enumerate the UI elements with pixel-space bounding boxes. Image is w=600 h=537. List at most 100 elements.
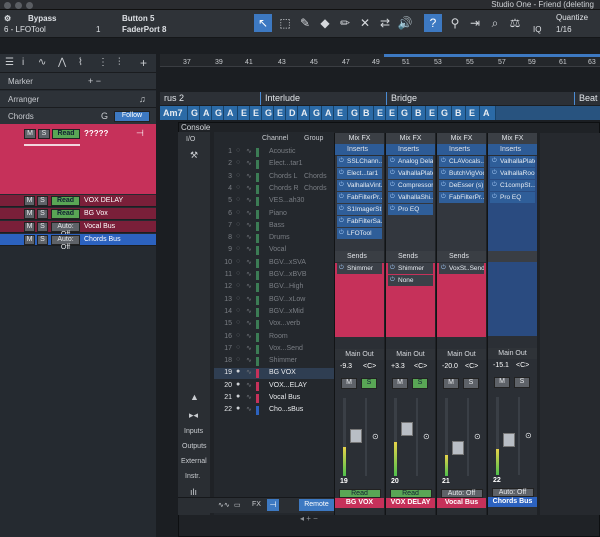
volume-slider[interactable] [24,144,80,146]
chord-event[interactable]: A [224,106,238,120]
automation-mode[interactable]: Auto: Off [51,235,80,251]
automation-mode[interactable]: Read [51,209,80,219]
inserts-header[interactable]: Inserts [386,144,435,155]
insert-slot[interactable]: Elect...tar1 [337,168,382,179]
automation-mode[interactable]: Auto: Off [51,222,80,238]
volume-fader[interactable] [452,440,464,455]
mix-fx-label[interactable]: Mix FX [488,133,537,144]
automation-mode[interactable]: Auto: Off [491,488,534,497]
channel-name-bar[interactable]: VOX DELAY [386,498,435,508]
visibility-icon[interactable]: ○ [236,270,240,277]
visibility-icon[interactable]: ○ [236,233,240,240]
volume-readout[interactable]: +3.3 [391,363,405,370]
track-row[interactable]: M S Auto: Off Chords Bus [0,234,156,251]
visibility-icon[interactable]: ○ [236,319,240,326]
record-icon[interactable]: ⊙ [423,432,430,441]
channel-list-item[interactable]: 2 ○ ∿ Elect...tar1 [214,159,334,170]
chord-event[interactable]: E [238,106,250,120]
inserts-header[interactable]: Inserts [437,144,486,155]
marker-row[interactable]: Marker + − [0,73,156,90]
link-icon[interactable]: ∿ [246,295,252,303]
link-icon[interactable]: ∿ [246,393,252,401]
output-label[interactable]: Main Out [437,349,486,360]
insert-slot[interactable]: Analog Delay [388,156,433,167]
minimize-window-icon[interactable] [15,2,22,9]
mute-button[interactable]: M [24,222,35,232]
insert-slot[interactable]: ValhallaVint... [337,180,382,191]
zoom-window-icon[interactable] [26,2,33,9]
chord-event[interactable]: G [262,106,274,120]
insert-slot[interactable]: ButchVigVoc... [439,168,484,179]
automation-mode[interactable]: Read [52,129,80,139]
visibility-icon[interactable]: ● [236,405,240,412]
solo-button[interactable]: S [37,222,48,232]
visibility-icon[interactable]: ○ [236,258,240,265]
chord-event[interactable]: G [212,106,224,120]
link-icon[interactable]: ∿ [246,344,252,352]
volume-readout[interactable]: -9.3 [340,363,352,370]
close-window-icon[interactable] [4,2,11,9]
send-slot[interactable]: Shimmer [337,263,382,274]
pan-readout[interactable]: <C> [465,363,478,370]
visibility-icon[interactable]: ○ [236,184,240,191]
button-sub[interactable]: FaderPort 8 [122,25,166,34]
mute-button[interactable]: M [24,235,35,245]
chord-event[interactable]: G [310,106,322,120]
volume-fader[interactable] [350,428,362,443]
automation-mode[interactable]: Read [338,489,381,498]
link-icon[interactable]: ∿ [246,282,252,290]
link-icon[interactable]: ∿ [246,172,252,180]
channel-list-item[interactable]: 3 ○ ∿ Chords L Chords [214,172,334,183]
inserts-header[interactable]: Inserts [488,144,537,155]
insert-slot[interactable]: Pro EQ [388,204,433,215]
insert-label[interactable]: Bypass [28,14,56,23]
channel-list-item[interactable]: 1 ○ ∿ Acoustic [214,147,334,158]
channel-name-bar[interactable]: BG VOX [335,498,384,508]
mute-button[interactable]: M [24,209,35,219]
record-icon[interactable]: ⊙ [525,431,532,440]
visibility-icon[interactable]: ○ [236,356,240,363]
group-column-header[interactable]: Group [304,135,323,142]
insert-slot[interactable]: DeEsser (s) [439,180,484,191]
insert-slot[interactable]: CLAVocals... [439,156,484,167]
output-label[interactable]: Main Out [335,349,384,360]
track-row[interactable]: M S Read BG Vox [0,208,156,220]
sends-header[interactable]: Sends [437,251,486,262]
record-icon[interactable]: ⊙ [372,432,379,441]
fx-button[interactable]: FX [252,501,261,508]
chord-event[interactable]: E [274,106,286,120]
channel-column-header[interactable]: Channel [262,135,288,142]
output-label[interactable]: Main Out [488,348,537,359]
channel-list-item[interactable]: 5 ○ ∿ VES...ah30 [214,196,334,207]
arrow-tool-icon[interactable]: ↖ [254,14,272,32]
visibility-icon[interactable]: ● [236,393,240,400]
range-tool-icon[interactable]: ⬚ [276,14,294,32]
insert-slot[interactable]: LFOTool [337,228,382,239]
channel-list-item[interactable]: 14 ○ ∿ BGV...xMid [214,307,334,318]
channel-list-item[interactable]: 11 ○ ∿ BGV...xBVB [214,270,334,281]
insert-slot[interactable]: Pro EQ [490,192,535,203]
solo-button[interactable]: S [463,378,479,389]
link-icon[interactable]: ∿ [246,147,252,155]
inputs-button[interactable]: Inputs [184,428,203,435]
channel-list-item[interactable]: 22 ● ∿ Cho...sBus [214,405,334,416]
visibility-icon[interactable]: ○ [236,159,240,166]
pan-readout[interactable]: <C> [414,363,427,370]
channel-list-item[interactable]: 13 ○ ∿ BGV...xLow [214,295,334,306]
insert-sub[interactable]: 6 - LFOTool [4,25,46,34]
expand-icon[interactable]: ▸◂ [189,410,198,421]
arranger-row[interactable]: Arranger ♫ [0,91,156,108]
mix-fx-label[interactable]: Mix FX [386,133,435,144]
link-icon[interactable]: ∿ [246,356,252,364]
link-icon[interactable]: ∿ [246,245,252,253]
insert-slot[interactable]: FabFilterSa... [337,216,382,227]
channel-name-bar[interactable]: Vocal Bus [437,498,486,508]
remote-button[interactable]: Remote [299,499,334,511]
chords-row[interactable]: Chords G Follow [0,108,156,125]
channel-name-bar[interactable]: Chords Bus [488,497,537,507]
send-slot[interactable]: Shimmer [388,263,433,274]
outputs-button[interactable]: Outputs [182,443,207,450]
automation-mode[interactable]: Read [389,489,432,498]
sends-header[interactable]: Sends [335,251,384,262]
arranger-section[interactable]: rus 2 [160,92,260,105]
